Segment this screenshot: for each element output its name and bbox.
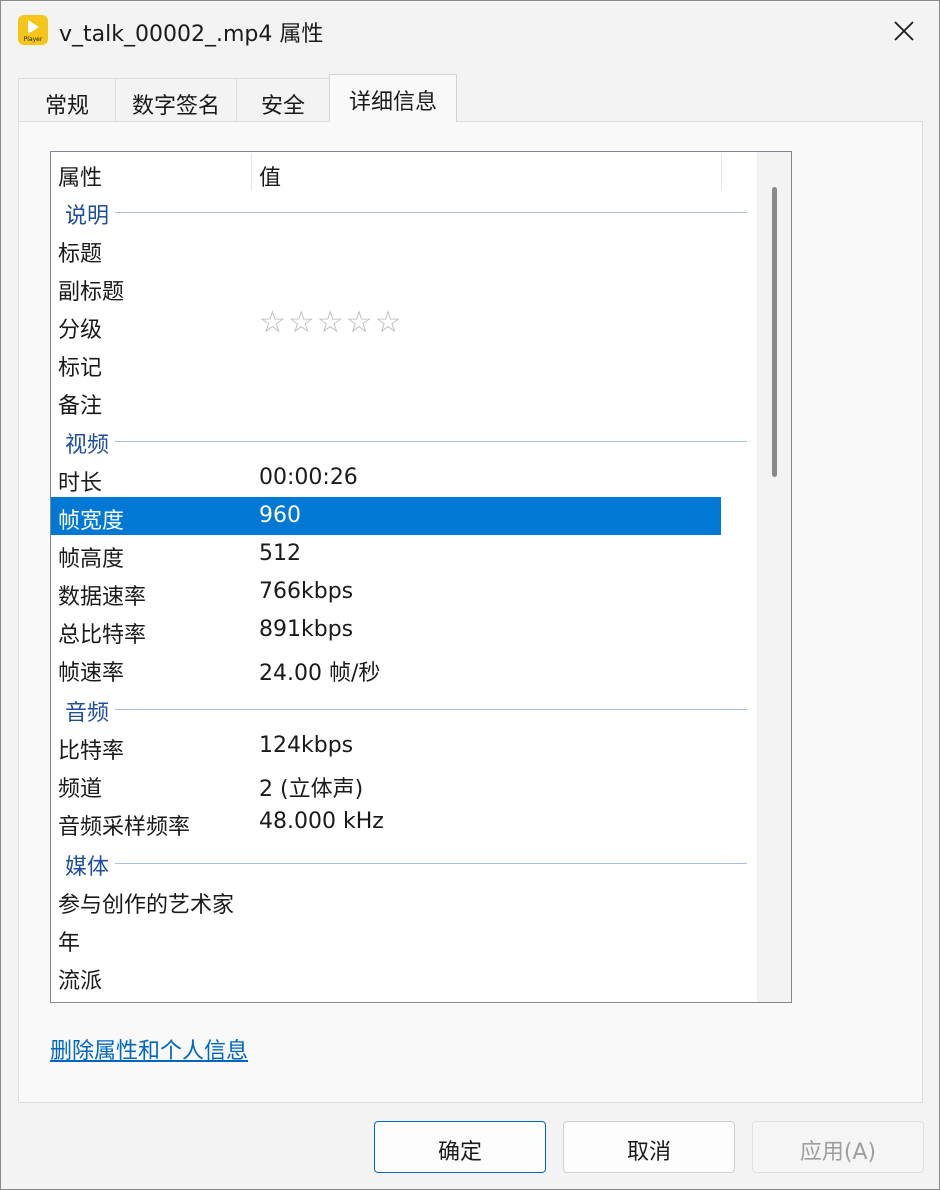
app-icon-label: Player (23, 36, 43, 43)
property-key: 数据速率 (58, 585, 147, 610)
vertical-scrollbar[interactable] (757, 152, 791, 1002)
group-divider (115, 709, 747, 710)
close-icon (894, 21, 914, 41)
list-item[interactable]: 副标题 (51, 268, 721, 306)
property-key: 副标题 (58, 280, 125, 305)
property-key: 标题 (58, 242, 103, 267)
tab-general[interactable]: 常规 (18, 78, 116, 121)
property-value: 960 (259, 503, 301, 528)
property-value: 48.000 kHz (259, 809, 384, 834)
group-divider (115, 863, 747, 864)
property-list[interactable]: 属性 值 说明 标题 副标题 分级 ☆☆☆☆☆ 标记 备注 视频 时长 00:0… (50, 151, 792, 1003)
ok-button[interactable]: 确定 (374, 1121, 546, 1173)
group-label: 媒体 (65, 855, 110, 880)
list-item[interactable]: 分级 ☆☆☆☆☆ (51, 305, 721, 344)
property-key: 分级 (58, 318, 103, 343)
property-value: 891kbps (259, 617, 354, 642)
property-key: 频道 (58, 777, 103, 802)
list-item-selected[interactable]: 帧宽度 960 (51, 497, 721, 535)
list-item[interactable]: 帧高度 512 (51, 535, 721, 573)
property-key: 音频采样频率 (58, 815, 191, 840)
list-item[interactable]: 总比特率 891kbps (51, 611, 721, 649)
list-item[interactable]: 标记 (51, 344, 721, 382)
property-value: 124kbps (259, 733, 354, 758)
property-value: 00:00:26 (259, 465, 358, 490)
list-item[interactable]: 参与创作的艺术家 (51, 881, 721, 919)
property-key: 帧高度 (58, 547, 125, 572)
player-app-icon: Player (18, 15, 48, 45)
property-value: 512 (259, 541, 301, 566)
tab-security[interactable]: 安全 (236, 78, 330, 121)
remove-properties-link[interactable]: 删除属性和个人信息 (50, 1033, 248, 1065)
column-header-property[interactable]: 属性 (51, 152, 251, 192)
group-video: 视频 (51, 421, 751, 459)
property-key: 备注 (58, 394, 103, 419)
property-key: 帧速率 (58, 661, 125, 686)
title-bar: Player v_talk_00002_.mp4 属性 (1, 1, 939, 61)
property-key: 总比特率 (58, 623, 147, 648)
property-key: 比特率 (58, 739, 125, 764)
property-key: 标记 (58, 356, 103, 381)
property-key: 参与创作的艺术家 (58, 893, 235, 918)
list-item[interactable]: 流派 (51, 957, 721, 995)
list-item[interactable]: 标题 (51, 230, 721, 268)
property-value: 766kbps (259, 579, 354, 604)
cancel-button[interactable]: 取消 (563, 1121, 735, 1173)
list-item[interactable]: 备注 (51, 382, 721, 420)
column-header-value[interactable]: 值 (252, 152, 722, 192)
group-label: 视频 (65, 433, 110, 458)
group-media: 媒体 (51, 843, 751, 881)
group-description: 说明 (51, 192, 751, 230)
group-divider (115, 212, 747, 213)
group-label: 说明 (65, 204, 110, 229)
property-key: 时长 (58, 471, 103, 496)
column-divider[interactable] (721, 154, 722, 190)
list-item[interactable]: 比特率 124kbps (51, 727, 721, 765)
group-audio: 音频 (51, 689, 751, 727)
property-key: 流派 (58, 969, 103, 994)
property-value: 24.00 帧/秒 (259, 661, 381, 686)
tab-details[interactable]: 详细信息 (329, 74, 457, 122)
rating-stars[interactable]: ☆☆☆☆☆ (259, 305, 403, 340)
window-title: v_talk_00002_.mp4 属性 (59, 22, 324, 47)
close-button[interactable] (875, 5, 931, 57)
list-item[interactable]: 频道 2 (立体声) (51, 765, 721, 803)
property-key: 帧宽度 (58, 509, 125, 534)
list-item[interactable]: 帧速率 24.00 帧/秒 (51, 649, 721, 687)
scrollbar-thumb[interactable] (772, 187, 777, 477)
group-divider (115, 441, 747, 442)
property-key: 年 (58, 931, 81, 956)
list-item[interactable]: 时长 00:00:26 (51, 459, 721, 497)
list-item[interactable]: 音频采样频率 48.000 kHz (51, 803, 721, 841)
tab-digital-signatures[interactable]: 数字签名 (115, 78, 237, 121)
list-item[interactable]: 数据速率 766kbps (51, 573, 721, 611)
property-value: 2 (立体声) (259, 777, 364, 802)
list-item[interactable]: 年 (51, 919, 721, 957)
apply-button[interactable]: 应用(A) (752, 1121, 924, 1173)
properties-dialog: Player v_talk_00002_.mp4 属性 常规 数字签名 安全 详… (0, 0, 940, 1190)
group-label: 音频 (65, 701, 110, 726)
